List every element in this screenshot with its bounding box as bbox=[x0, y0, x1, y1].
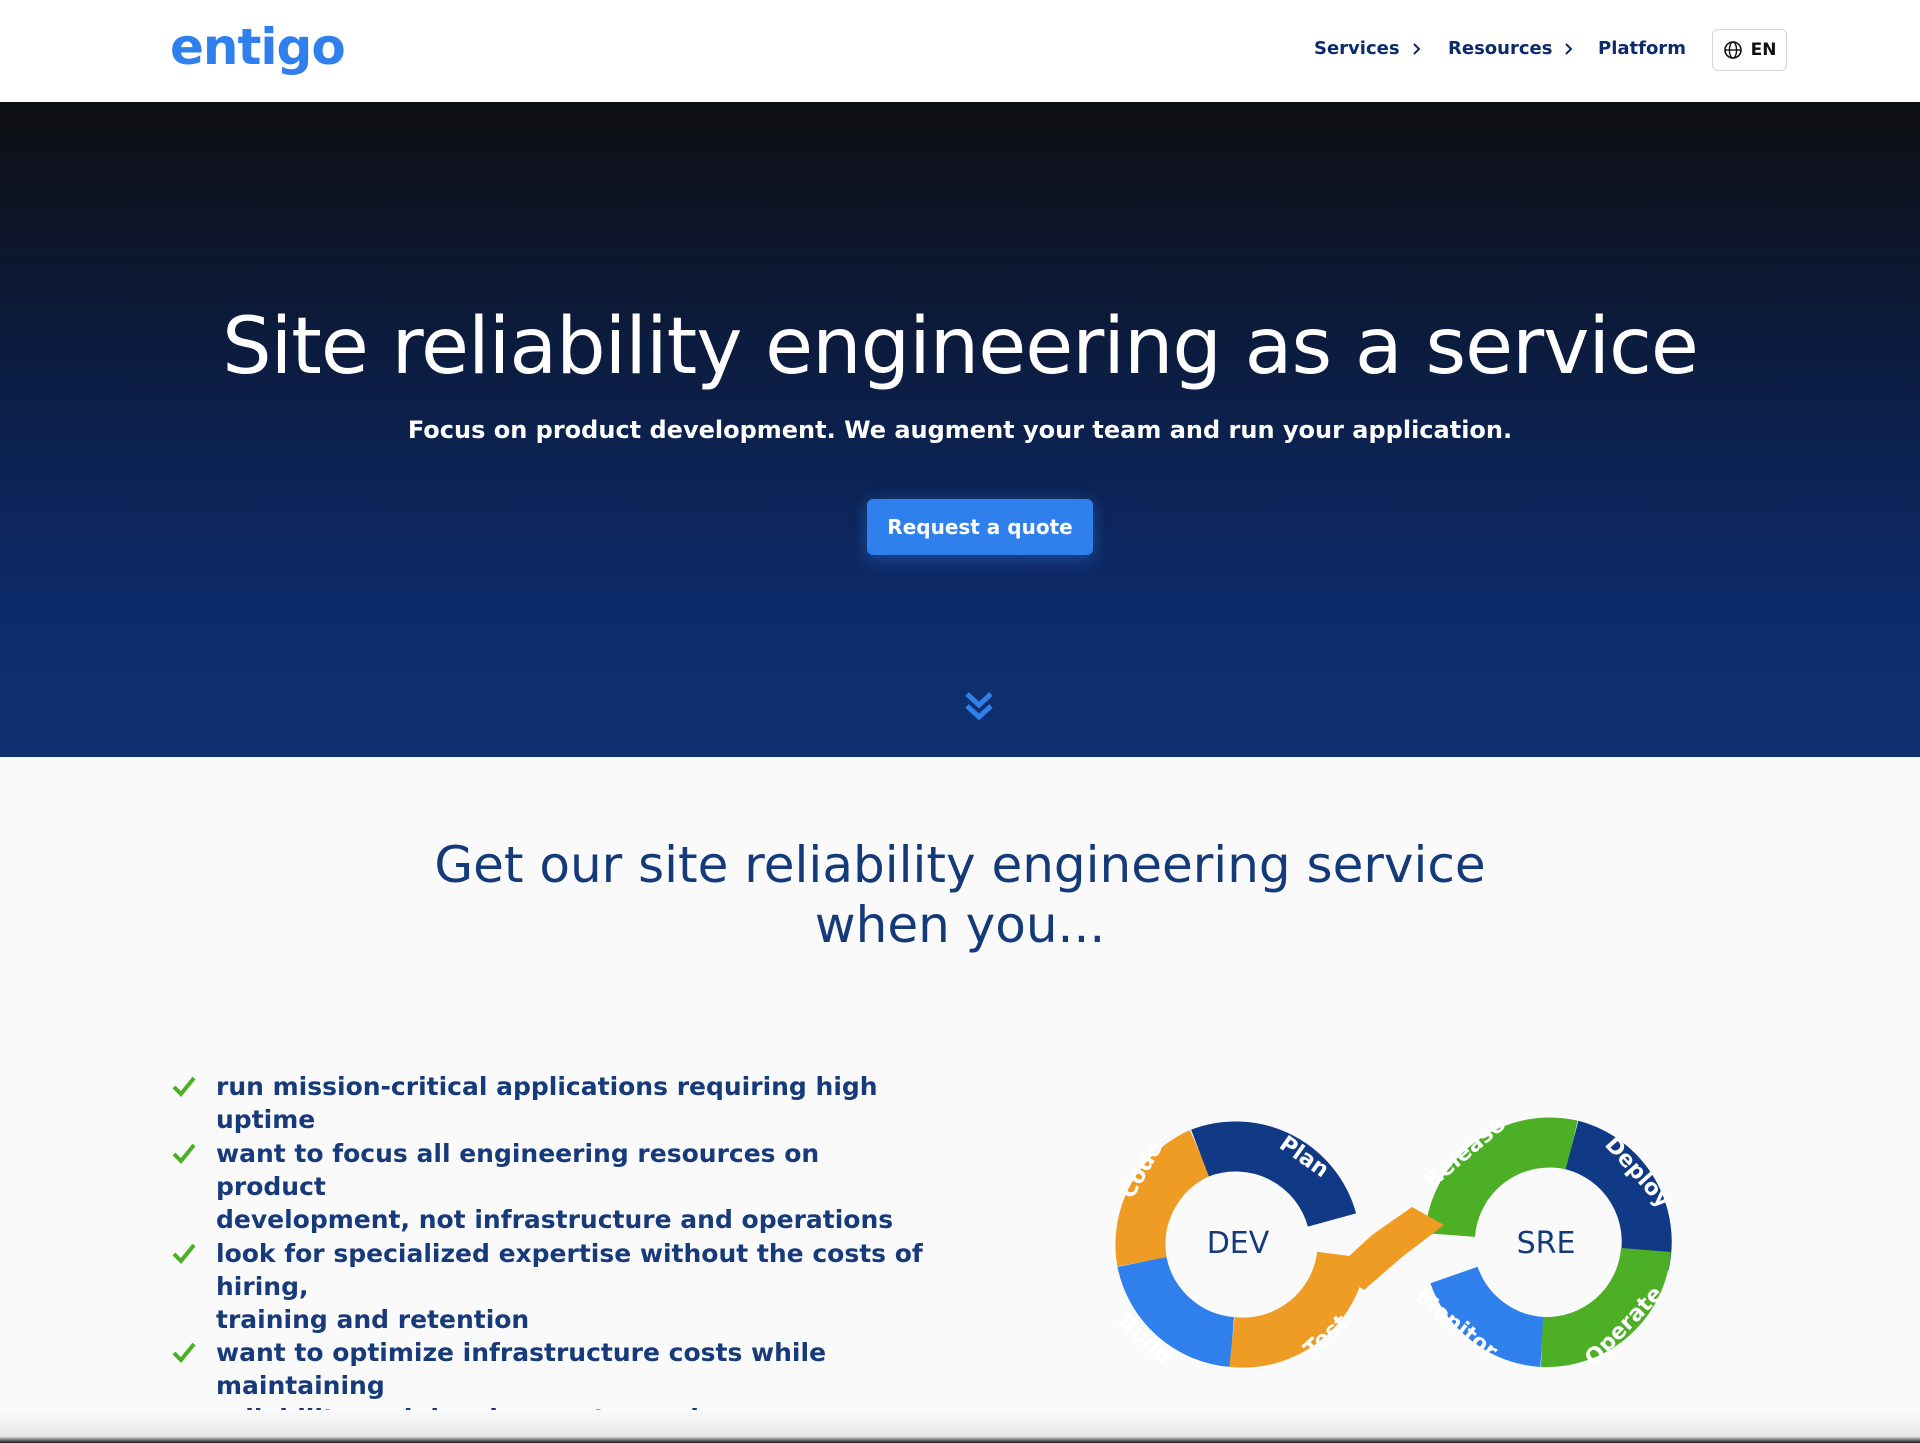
list-item-line: want to focus all engineering resources … bbox=[216, 1139, 820, 1201]
section-title: Get our site reliability engineering ser… bbox=[0, 835, 1920, 955]
check-icon bbox=[172, 1076, 196, 1097]
nav-services[interactable]: Services bbox=[1314, 38, 1424, 59]
list-item-line: training and retention bbox=[216, 1305, 530, 1334]
nav-resources[interactable]: Resources bbox=[1448, 38, 1576, 59]
list-item-text: look for specialized expertise without t… bbox=[216, 1237, 932, 1336]
segment-build bbox=[1117, 1256, 1235, 1367]
section-title-line1: Get our site reliability engineering ser… bbox=[434, 836, 1486, 894]
sre-label: SRE bbox=[1517, 1226, 1576, 1261]
list-item-line: want to optimize infrastructure costs wh… bbox=[216, 1338, 827, 1400]
hero-subtitle: Focus on product development. We augment… bbox=[407, 416, 1513, 444]
list-item: run mission-critical applications requir… bbox=[172, 1070, 932, 1136]
nav-services-label: Services bbox=[1314, 38, 1400, 59]
list-item-text: want to focus all engineering resources … bbox=[216, 1137, 932, 1236]
chevron-right-icon bbox=[1565, 42, 1573, 55]
check-icon bbox=[172, 1143, 196, 1164]
request-quote-button[interactable]: Request a quote bbox=[867, 499, 1093, 555]
nav-resources-label: Resources bbox=[1448, 38, 1553, 59]
double-chevron-down-icon[interactable] bbox=[959, 688, 999, 728]
page-bottom-edge bbox=[0, 1410, 1920, 1443]
section-title-line2: when you... bbox=[814, 896, 1106, 954]
list-item: want to focus all engineering resources … bbox=[172, 1137, 932, 1236]
chevron-right-icon bbox=[1412, 42, 1420, 55]
list-item: look for specialized expertise without t… bbox=[172, 1237, 932, 1336]
devops-infinity-diagram: Code Plan Build Test Release Deploy Moni… bbox=[1113, 1112, 1676, 1371]
site-header: entigo Services Resources Platform EN bbox=[0, 0, 1920, 102]
check-icon bbox=[172, 1342, 196, 1363]
language-label: EN bbox=[1750, 40, 1777, 60]
globe-icon bbox=[1723, 41, 1742, 59]
list-item-line: run mission-critical applications requir… bbox=[216, 1072, 878, 1134]
language-selector[interactable]: EN bbox=[1712, 29, 1787, 71]
nav-platform-label: Platform bbox=[1598, 38, 1686, 59]
list-item-line: look for specialized expertise without t… bbox=[216, 1239, 923, 1301]
dev-label: DEV bbox=[1207, 1226, 1270, 1261]
hero-title: Site reliability engineering as a servic… bbox=[222, 302, 1699, 392]
hero-section: Site reliability engineering as a servic… bbox=[0, 102, 1920, 757]
entigo-logo[interactable]: entigo bbox=[170, 18, 346, 76]
list-item-text: run mission-critical applications requir… bbox=[216, 1070, 932, 1136]
nav-platform[interactable]: Platform bbox=[1598, 38, 1686, 59]
check-icon bbox=[172, 1243, 196, 1264]
list-item-line: development, not infrastructure and oper… bbox=[216, 1205, 894, 1234]
